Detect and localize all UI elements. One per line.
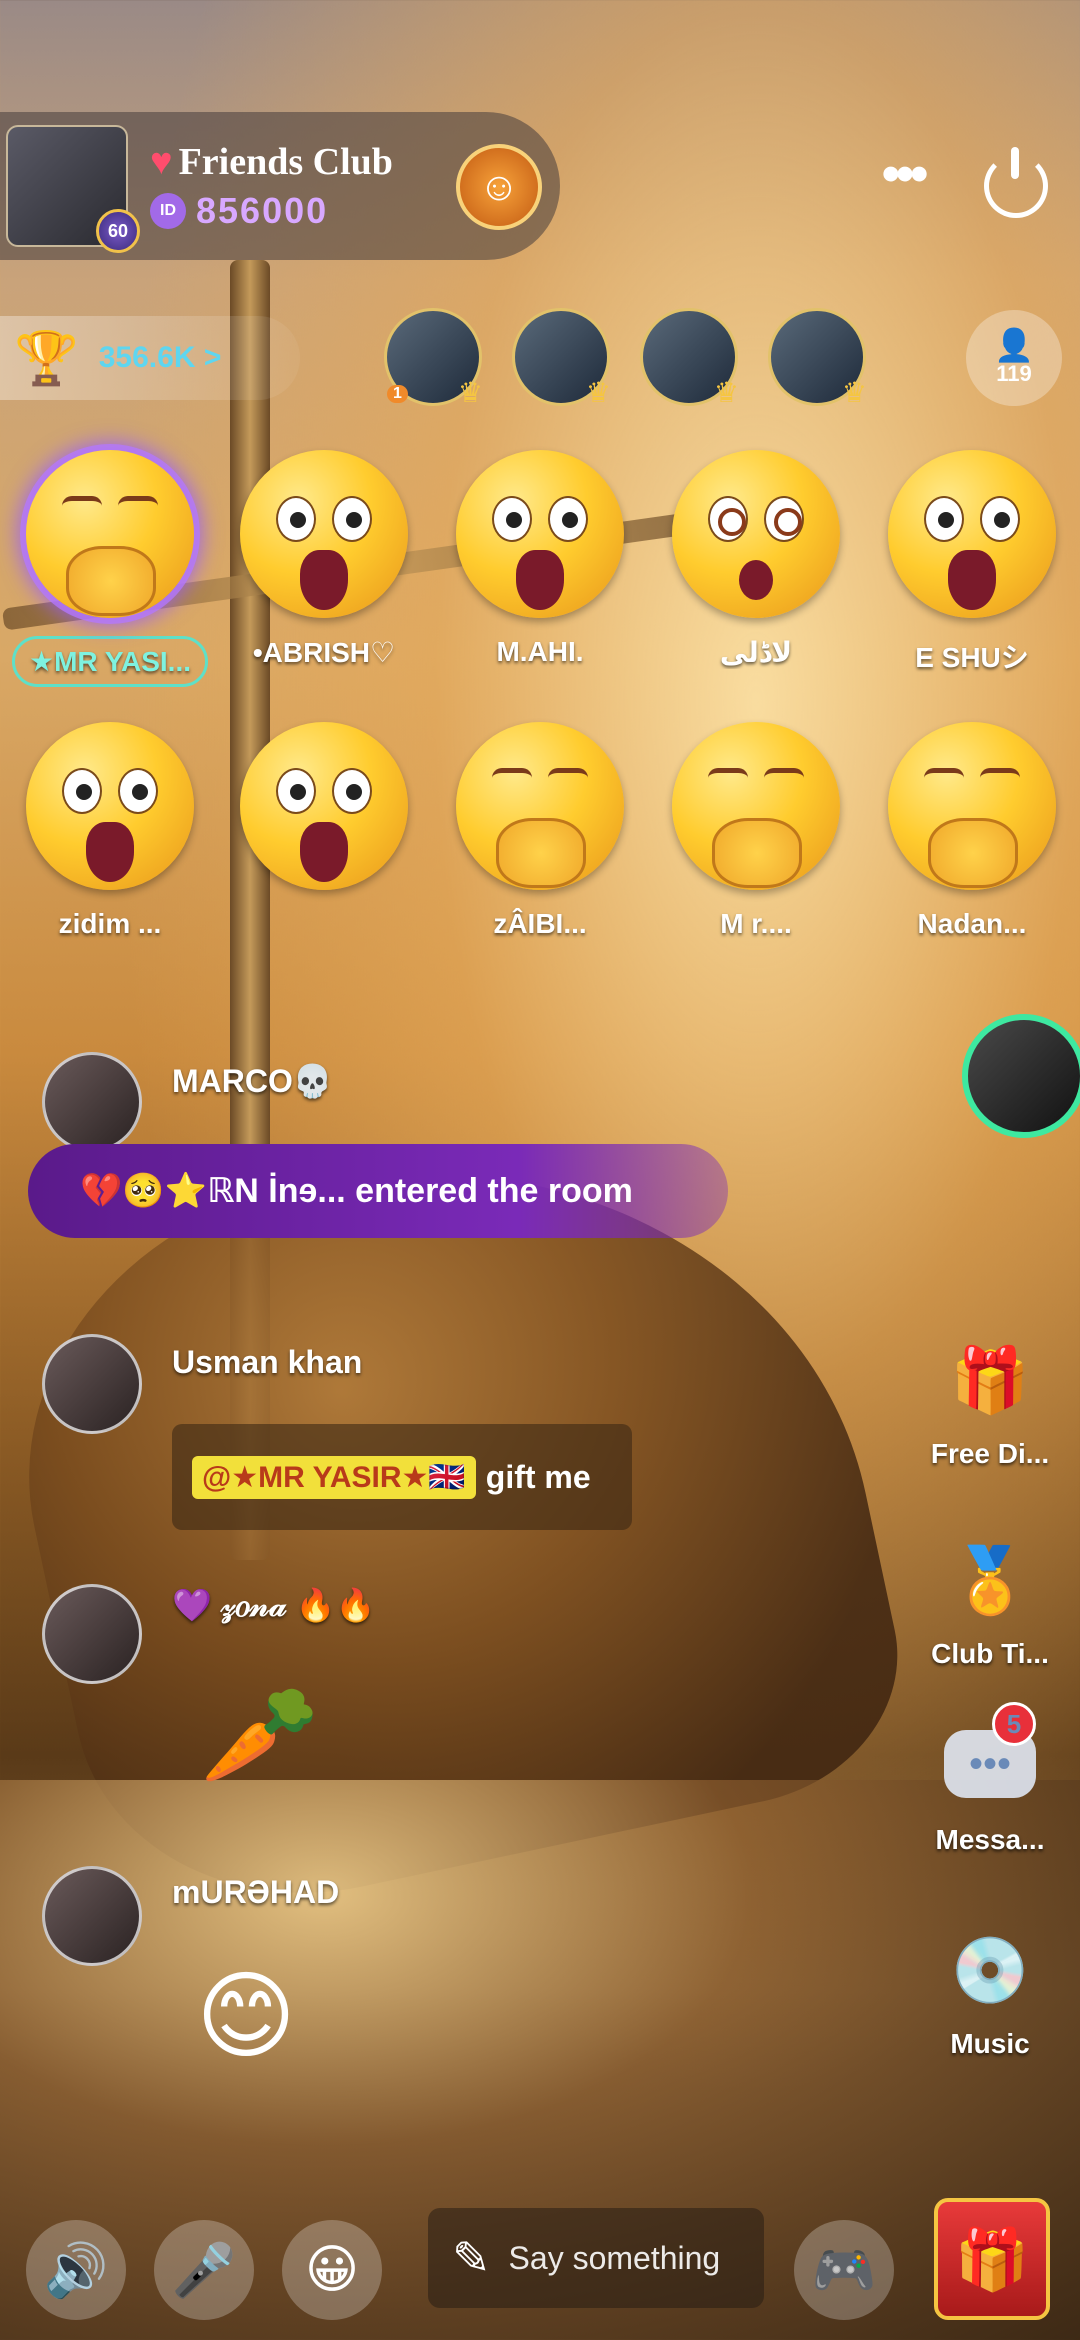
level-badge: 60 (96, 209, 140, 253)
chat-user-avatar[interactable] (42, 1584, 142, 1684)
mic-seat[interactable]: M r.... (656, 722, 856, 940)
music-label: Music (950, 2028, 1030, 2059)
shy-emoji-face (456, 722, 624, 890)
music-button[interactable]: 💿 Music (910, 1920, 1070, 2060)
top-viewer-avatar[interactable]: ♛ (768, 308, 867, 408)
seat-name: M.AHI. (496, 636, 584, 667)
room-owner-avatar[interactable]: 60 (6, 125, 140, 253)
trophy-value: 356.6K > (98, 341, 222, 374)
chat-user-name[interactable]: 💜 𝓏𝑜𝓃𝒶 🔥🔥 (172, 1586, 375, 1625)
chat-message: @★MR YASIR★🇬🇧 gift me (172, 1424, 632, 1530)
shy-emoji-face (888, 722, 1056, 890)
room-info-card[interactable]: 60 ♥ Friends Club ID 856000 ☺ (0, 112, 560, 260)
seat-name: ★MR YASI... (11, 636, 209, 687)
club-join-icon[interactable]: ☺ (456, 144, 542, 230)
crown-icon: ♛ (457, 377, 483, 408)
carrot-sticker-icon: 🥕 (200, 1682, 320, 1789)
say-something-placeholder: Say something (508, 2239, 721, 2276)
top-viewer-avatar[interactable]: ♛ (640, 308, 739, 408)
room-title-text: Friends Club (178, 141, 393, 183)
heart-icon: ♥ (150, 141, 173, 183)
shy-emoji-face (26, 450, 194, 618)
chat-user-avatar[interactable] (42, 1334, 142, 1434)
mic-seat[interactable] (224, 722, 424, 908)
chat-user-avatar[interactable] (42, 1052, 142, 1152)
shocked-emoji-face (456, 450, 624, 618)
free-diamond-label: Free Di... (930, 1438, 1050, 1469)
id-badge-icon: ID (150, 193, 186, 229)
seat-name: لاڈلی (719, 637, 793, 668)
gift-basket-icon: 🎁 (950, 1343, 1030, 1416)
seat-name: •ABRISH♡ (252, 637, 396, 668)
mic-icon[interactable]: 🎤 (154, 2220, 254, 2320)
chat-user-name[interactable]: MARCO💀 (172, 1062, 333, 1100)
mention-tag[interactable]: @★MR YASIR★🇬🇧 (192, 1455, 476, 1499)
club-badge-icon: 🏅 (950, 1543, 1030, 1616)
more-options-icon[interactable]: ••• (866, 148, 940, 200)
shocked-emoji-face (888, 450, 1056, 618)
crown-icon: ♛ (841, 377, 867, 408)
seat-name: Nadan... (917, 908, 1027, 939)
top-viewer-avatar[interactable]: 1 ♛ (384, 308, 483, 408)
gamepad-icon[interactable]: 🎮 (794, 2220, 894, 2320)
chat-bubble-icon: ••• 5 (944, 1702, 1036, 1798)
person-icon: 👤 (994, 327, 1034, 363)
free-diamond-button[interactable]: 🎁 Free Di... (910, 1330, 1070, 1470)
seat-name: E SHUシ (915, 642, 1029, 673)
viewer-rank-badge: 1 (387, 385, 408, 403)
room-id: ID 856000 (150, 190, 393, 232)
shy-emoji-face (672, 722, 840, 890)
chat-message-text: gift me (485, 1458, 591, 1495)
shocked-emoji-face (240, 450, 408, 618)
seat-name: zidim ... (58, 908, 162, 939)
mic-seat[interactable]: E SHUシ (872, 450, 1072, 676)
pencil-icon: ✎ (452, 2232, 491, 2284)
room-id-value: 856000 (196, 190, 329, 231)
shocked-emoji-face (240, 722, 408, 890)
mic-seat[interactable]: zidim ... (10, 722, 210, 940)
seat-name: M r.... (720, 908, 792, 939)
chat-user-name[interactable]: Usman khan (172, 1344, 362, 1381)
mic-seat[interactable]: لاڈلی (656, 450, 856, 669)
club-title-label: Club Ti... (931, 1638, 1049, 1669)
room-title: ♥ Friends Club (150, 140, 393, 184)
mic-seat[interactable]: ★MR YASI... (10, 450, 210, 692)
shocked-emoji-face (26, 722, 194, 890)
seat-name: zÂIBI... (493, 908, 587, 939)
dizzy-emoji-face (672, 450, 840, 618)
mic-seat[interactable]: Nadan... (872, 722, 1072, 940)
emoji-icon[interactable]: 😀 (282, 2220, 382, 2320)
gift-icon[interactable]: 🎁 (934, 2198, 1050, 2320)
entered-room-banner: 💔🥺⭐ℝN İnɘ... entered the room (28, 1144, 728, 1238)
room-ranking-bar[interactable]: 🏆 356.6K > (0, 316, 300, 400)
unread-badge: 5 (992, 1702, 1036, 1746)
chat-user-avatar[interactable] (42, 1866, 142, 1966)
top-viewers: 1 ♛ ♛ ♛ ♛ (384, 308, 867, 408)
crown-icon: ♛ (585, 377, 611, 408)
mic-seat[interactable]: •ABRISH♡ (224, 450, 424, 669)
top-viewer-avatar[interactable]: ♛ (512, 308, 611, 408)
audience-count: 119 (996, 361, 1032, 386)
power-icon[interactable] (984, 147, 1048, 218)
mic-seat[interactable]: zÂIBI... (440, 722, 640, 940)
say-something-input[interactable]: ✎ Say something (428, 2208, 764, 2308)
trophy-icon: 🏆 (14, 329, 79, 388)
messages-label: Messa... (935, 1824, 1045, 1855)
smile-sticker-icon: 😊 (196, 1963, 297, 2070)
speaker-icon[interactable]: 🔊 (26, 2220, 126, 2320)
mic-seat[interactable]: M.AHI. (440, 450, 640, 668)
room-info: ♥ Friends Club ID 856000 (150, 140, 393, 232)
club-title-button[interactable]: 🏅 Club Ti... (910, 1530, 1070, 1670)
crown-icon: ♛ (713, 377, 739, 408)
host-avatar[interactable] (962, 1014, 1080, 1138)
messages-button[interactable]: ••• 5 Messa... (910, 1702, 1070, 1856)
entered-room-text: 💔🥺⭐ℝN İnɘ... entered the room (80, 1172, 633, 1210)
chat-user-name[interactable]: mURƏHAD (172, 1874, 339, 1911)
audience-count-button[interactable]: 👤 119 (966, 310, 1062, 406)
music-disc-icon: 💿 (950, 1933, 1030, 2006)
